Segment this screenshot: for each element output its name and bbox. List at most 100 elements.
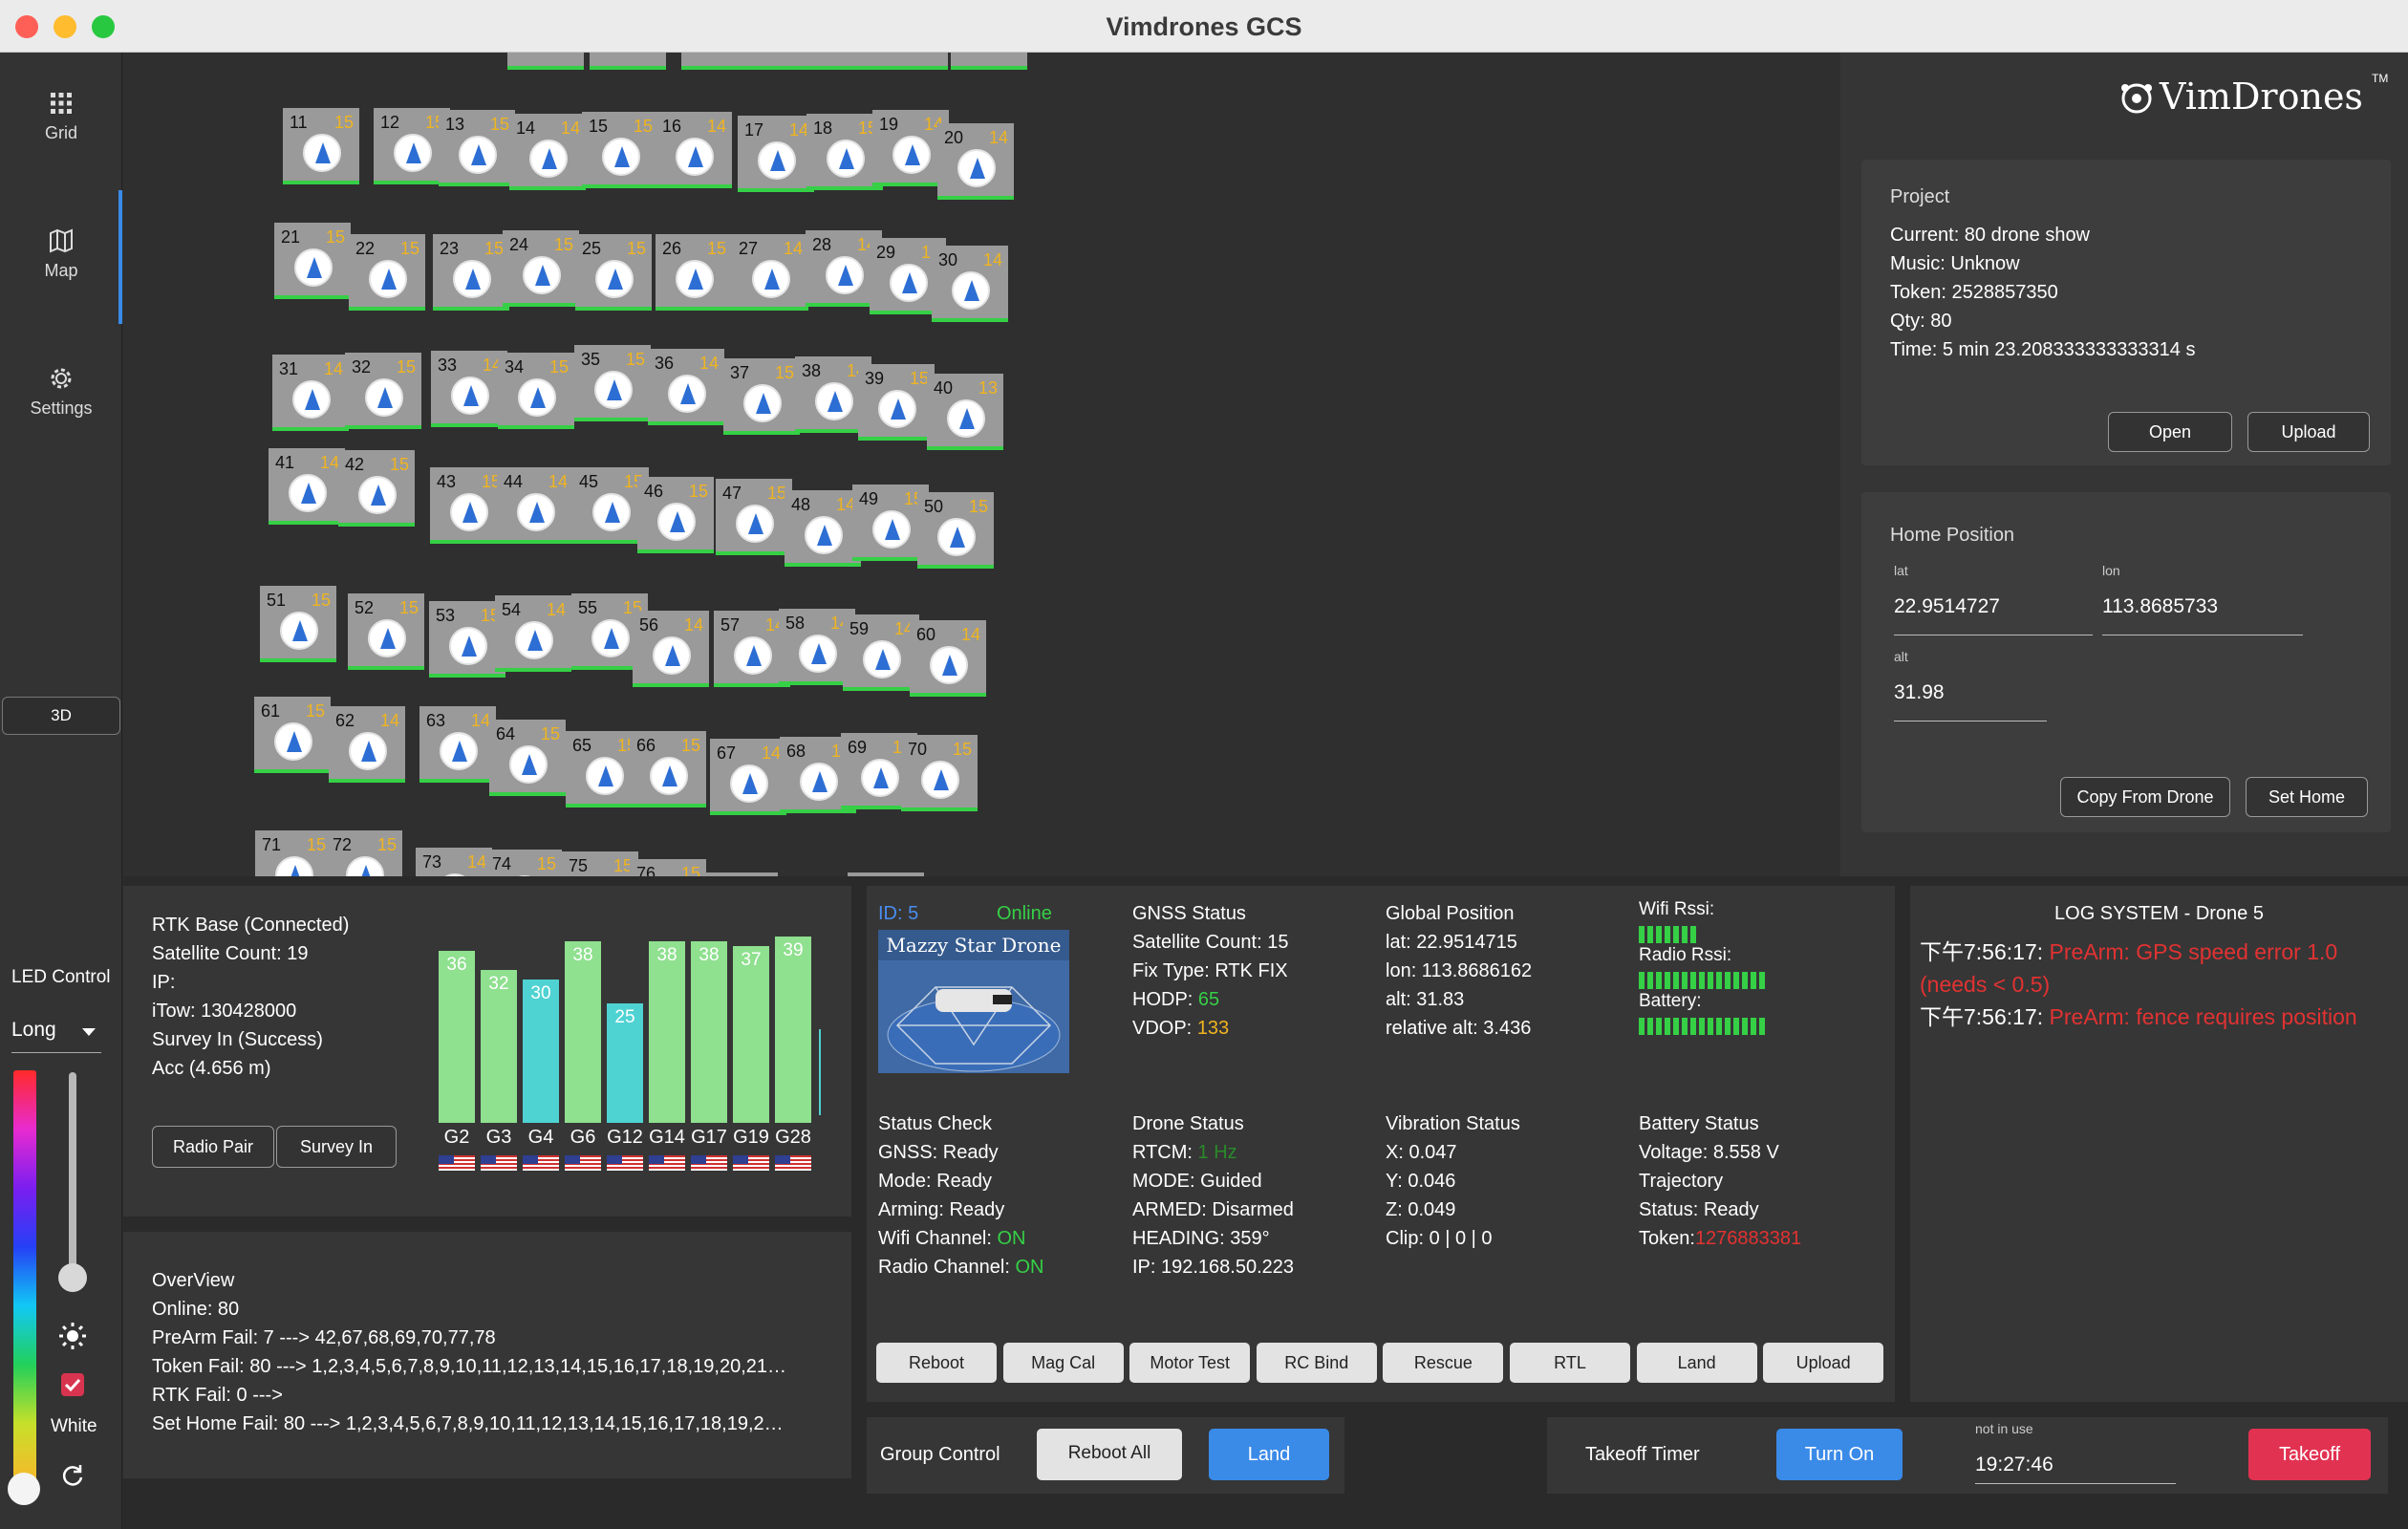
- timer-turn-on-button[interactable]: Turn On: [1776, 1429, 1903, 1480]
- drone-marker-43[interactable]: 43 15: [430, 467, 506, 544]
- drone-marker-39[interactable]: 39 15: [858, 364, 935, 441]
- takeoff-time-input[interactable]: 19:27:46: [1975, 1444, 2176, 1484]
- drone-marker-64[interactable]: 64 15: [489, 720, 566, 796]
- drone-marker-21[interactable]: 21 15: [274, 223, 351, 299]
- drone-marker-30[interactable]: 30 14: [932, 246, 1008, 322]
- drone-marker-15[interactable]: 15 15: [582, 112, 658, 188]
- drone-marker-partial[interactable]: [951, 53, 1027, 70]
- drone-marker-partial[interactable]: [590, 53, 666, 70]
- drone-marker-34[interactable]: 34 15: [498, 353, 574, 429]
- group-land-button[interactable]: Land: [1209, 1429, 1329, 1480]
- drone-marker-17[interactable]: 17 14: [738, 116, 814, 192]
- drone-upload-button[interactable]: Upload: [1763, 1343, 1884, 1383]
- drone-marker-66[interactable]: 66 15: [630, 731, 706, 808]
- battery-label: Battery:: [1639, 991, 1702, 1011]
- drone-marker-24[interactable]: 24 15: [503, 230, 579, 307]
- drone-marker-73[interactable]: 73 14: [416, 848, 492, 876]
- drone-marker-63[interactable]: 63 14: [419, 706, 496, 783]
- drone-marker-37[interactable]: 37 15: [723, 358, 800, 435]
- led-hue-thumb[interactable]: [8, 1473, 40, 1505]
- drone-rtl-button[interactable]: RTL: [1510, 1343, 1630, 1383]
- set-home-button[interactable]: Set Home: [2246, 777, 2368, 817]
- drone-marker-23[interactable]: 23 15: [433, 234, 509, 311]
- refresh-icon[interactable]: [59, 1462, 86, 1489]
- view-3d-button[interactable]: 3D: [2, 697, 120, 735]
- drone-marker-14[interactable]: 14 14: [509, 114, 586, 190]
- drone-marker-70[interactable]: 70 15: [901, 735, 978, 811]
- radio-pair-button[interactable]: Radio Pair: [152, 1126, 274, 1168]
- drone-marker-16[interactable]: 16 14: [656, 112, 732, 188]
- drone-marker-25[interactable]: 25 15: [575, 234, 652, 311]
- drone-map[interactable]: 11 15 12 15 13 15 14 14 15 15 16 14 17 14 18 15 19 14 20 14…: [123, 53, 1840, 876]
- drone-marker-44[interactable]: 44 14: [497, 467, 573, 544]
- drone-marker-partial[interactable]: [871, 53, 948, 70]
- drone-marker-50[interactable]: 50 15: [917, 492, 994, 569]
- drone-marker-32[interactable]: 32 15: [345, 353, 421, 429]
- upload-project-button[interactable]: Upload: [2247, 412, 2370, 452]
- drone-land-button[interactable]: Land: [1636, 1343, 1757, 1383]
- drone-marker-id: 73: [422, 852, 442, 872]
- drone-marker-54[interactable]: 54 14: [495, 595, 571, 672]
- drone-marker-18[interactable]: 18 15: [806, 114, 883, 190]
- home-alt-input[interactable]: 31.98: [1894, 681, 2047, 721]
- signal-segment: [1682, 1018, 1688, 1035]
- drone-marker-41[interactable]: 41 14: [269, 448, 345, 525]
- drone-marker-13[interactable]: 13 15: [439, 110, 515, 186]
- drone-marker-47[interactable]: 47 15: [716, 479, 792, 555]
- heading-arrow-icon: [827, 140, 865, 178]
- open-button[interactable]: Open: [2108, 412, 2232, 452]
- drone-marker-51[interactable]: 51 15: [260, 586, 336, 662]
- drone-marker-31[interactable]: 31 14: [272, 355, 349, 431]
- copy-from-drone-button[interactable]: Copy From Drone: [2060, 777, 2230, 817]
- drone-marker-60[interactable]: 60 14: [910, 620, 986, 697]
- log-list[interactable]: 下午7:56:17: PreArm: GPS speed error 1.0 (…: [1920, 936, 2402, 1033]
- drone-marker-22[interactable]: 22 15: [349, 234, 425, 311]
- drone-marker-56[interactable]: 56 14: [633, 611, 709, 687]
- drone-marker-71[interactable]: 71 15: [255, 830, 332, 876]
- drone-rc-bind-button[interactable]: RC Bind: [1256, 1343, 1377, 1383]
- survey-in-button[interactable]: Survey In: [276, 1126, 397, 1168]
- sidebar-item-map[interactable]: Map: [0, 190, 122, 324]
- reboot-all-button[interactable]: Reboot All: [1037, 1429, 1182, 1480]
- sidebar-item-grid[interactable]: Grid: [0, 53, 122, 186]
- drone-marker-26[interactable]: 26 15: [656, 234, 732, 311]
- drone-marker-52[interactable]: 52 15: [348, 593, 424, 670]
- drone-marker-48[interactable]: 48 14: [785, 490, 861, 567]
- sidebar-item-settings[interactable]: Settings: [0, 328, 122, 462]
- drone-rescue-button[interactable]: Rescue: [1383, 1343, 1504, 1383]
- home-lon-input[interactable]: 113.8685733: [2102, 595, 2303, 635]
- chart-scrollbar[interactable]: [819, 1029, 821, 1115]
- drone-marker-33[interactable]: 33 14: [431, 351, 507, 427]
- drone-marker-46[interactable]: 46 15: [637, 477, 714, 553]
- drone-marker-partial[interactable]: [507, 53, 584, 70]
- drone-marker-62[interactable]: 62 14: [329, 706, 405, 783]
- drone-marker-75[interactable]: 75 15: [562, 851, 638, 876]
- sat-bar-value: 37: [741, 950, 762, 970]
- drone-marker-40[interactable]: 40 13: [927, 374, 1003, 450]
- drone-marker-35[interactable]: 35 15: [574, 345, 651, 421]
- drone-reboot-button[interactable]: Reboot: [876, 1343, 997, 1383]
- brightness-slider[interactable]: [69, 1072, 76, 1288]
- drone-marker-partial[interactable]: [738, 53, 814, 70]
- brightness-thumb[interactable]: [58, 1263, 87, 1292]
- takeoff-button[interactable]: Takeoff: [2248, 1429, 2371, 1480]
- drone-marker-36[interactable]: 36 14: [648, 349, 724, 425]
- white-checkbox[interactable]: [61, 1373, 84, 1396]
- led-mode-select[interactable]: Long: [11, 1007, 101, 1053]
- drone-marker-27[interactable]: 27 14: [732, 234, 808, 311]
- drone-mag-cal-button[interactable]: Mag Cal: [1002, 1343, 1124, 1383]
- drone-marker-42[interactable]: 42 15: [338, 450, 415, 527]
- wifi-channel-label: Wifi Channel:: [878, 1228, 992, 1249]
- drone-marker-20[interactable]: 20 14: [937, 123, 1014, 200]
- drone-marker-72[interactable]: 72 15: [326, 830, 402, 876]
- drone-motor-test-button[interactable]: Motor Test: [1129, 1343, 1251, 1383]
- drone-marker-11[interactable]: 11 15: [283, 108, 359, 184]
- drone-marker-67[interactable]: 67 14: [710, 739, 786, 815]
- drone-marker-53[interactable]: 53 15: [429, 601, 505, 678]
- drone-marker-74[interactable]: 74 15: [485, 850, 562, 876]
- led-hue-slider[interactable]: [13, 1070, 36, 1491]
- drone-marker-76[interactable]: 76 15: [630, 859, 706, 876]
- home-lat-input[interactable]: 22.9514727: [1894, 595, 2093, 635]
- drone-marker-59[interactable]: 59 14: [843, 614, 919, 691]
- drone-marker-61[interactable]: 61 15: [254, 697, 331, 773]
